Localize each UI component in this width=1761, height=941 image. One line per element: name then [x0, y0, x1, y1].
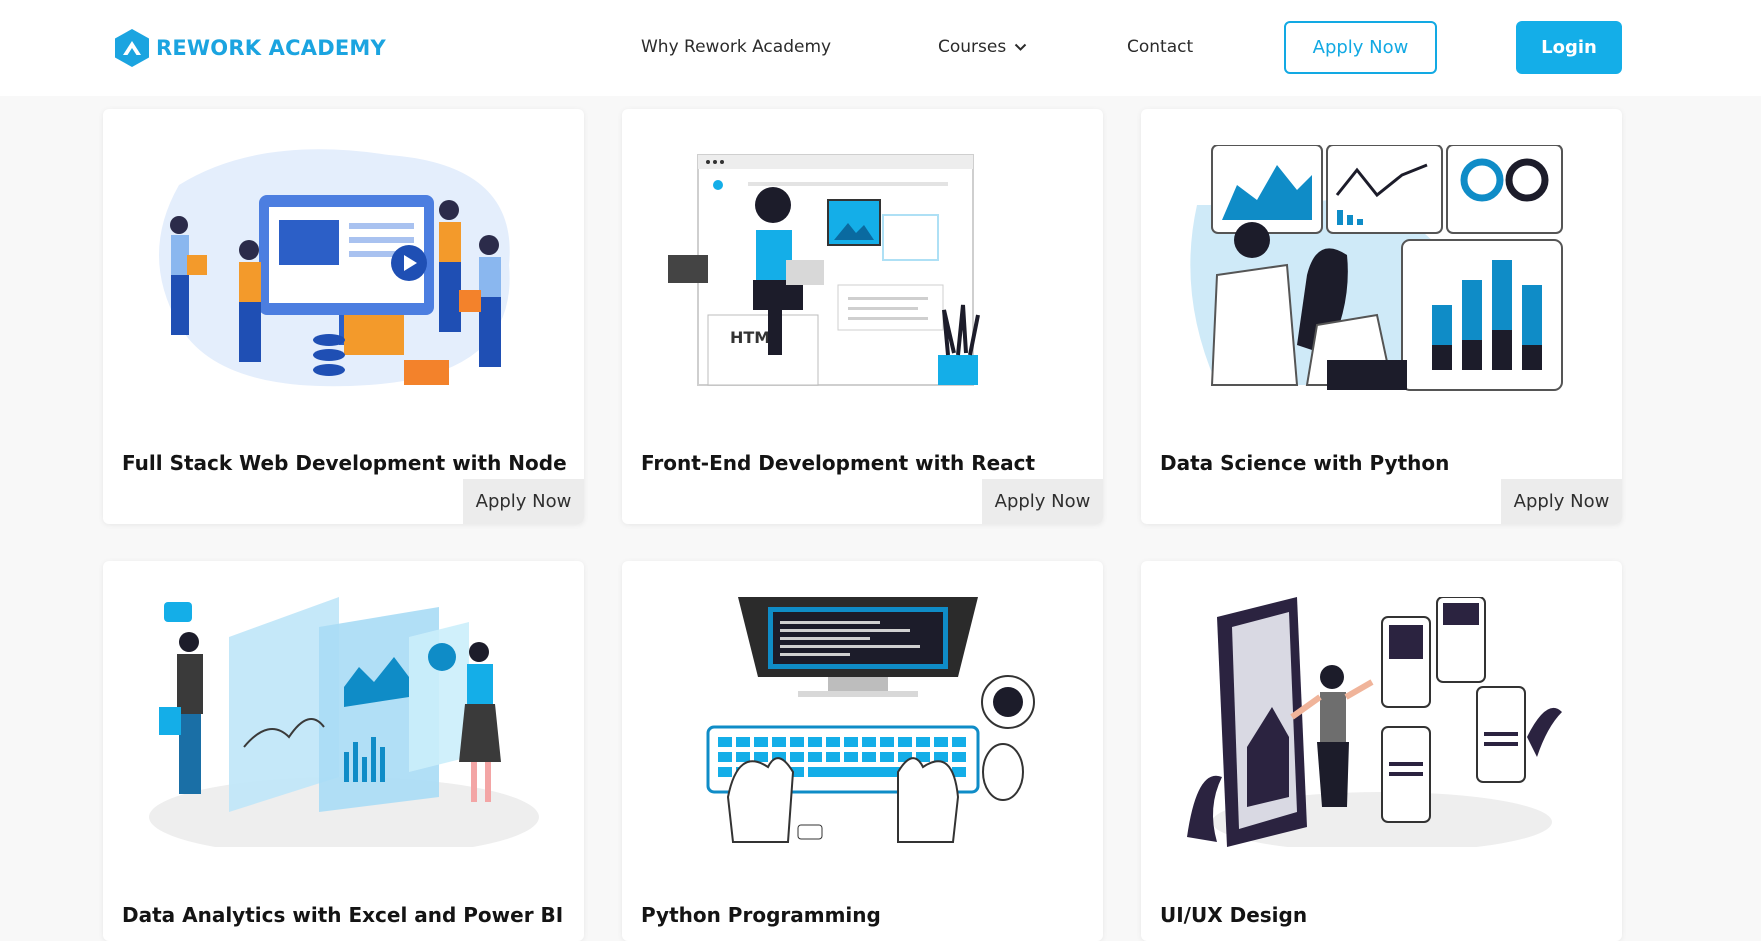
brand-name: REWORK ACADEMY [156, 36, 386, 60]
course-title[interactable]: Python Programming [641, 903, 881, 927]
login-button[interactable]: Login [1516, 21, 1622, 74]
course-apply-now-button[interactable]: Apply Now [982, 479, 1103, 524]
course-title[interactable]: Front-End Development with React [641, 451, 1035, 475]
mobile-app-design-illustration [1187, 597, 1562, 847]
data-scientists-dashboard-illustration [1190, 145, 1563, 391]
course-title[interactable]: Data Analytics with Excel and Power BI [122, 903, 563, 927]
team-web-development-illustration [159, 149, 510, 387]
logo-icon [115, 29, 149, 67]
course-apply-now-button[interactable]: Apply Now [463, 479, 584, 524]
woman-html-coding-illustration: HTML [668, 154, 980, 386]
course-card[interactable]: Data Science with Python Apply Now [1141, 109, 1622, 524]
brand-logo[interactable]: REWORK ACADEMY [112, 28, 386, 68]
laptop-keyboard-coding-illustration [706, 597, 1035, 843]
course-title[interactable]: Data Science with Python [1160, 451, 1449, 475]
nav-why-rework-academy[interactable]: Why Rework Academy [641, 37, 831, 57]
nav-courses-label: Courses [938, 37, 1007, 57]
nav-contact[interactable]: Contact [1127, 37, 1193, 57]
chevron-down-icon [1015, 43, 1027, 51]
analytics-screens-illustration [149, 597, 539, 847]
header-apply-now-button[interactable]: Apply Now [1284, 21, 1437, 74]
course-card[interactable]: Python Programming [622, 561, 1103, 941]
course-title[interactable]: UI/UX Design [1160, 903, 1307, 927]
course-card[interactable]: UI/UX Design [1141, 561, 1622, 941]
site-header: REWORK ACADEMY Why Rework Academy Course… [0, 0, 1761, 96]
course-card[interactable]: HTML Front-End Development with React Ap… [622, 109, 1103, 524]
course-card[interactable]: Data Analytics with Excel and Power BI [103, 561, 584, 941]
course-card[interactable]: Full Stack Web Development with Node App… [103, 109, 584, 524]
course-title[interactable]: Full Stack Web Development with Node [122, 451, 567, 475]
nav-courses[interactable]: Courses [938, 37, 1027, 57]
course-apply-now-button[interactable]: Apply Now [1501, 479, 1622, 524]
